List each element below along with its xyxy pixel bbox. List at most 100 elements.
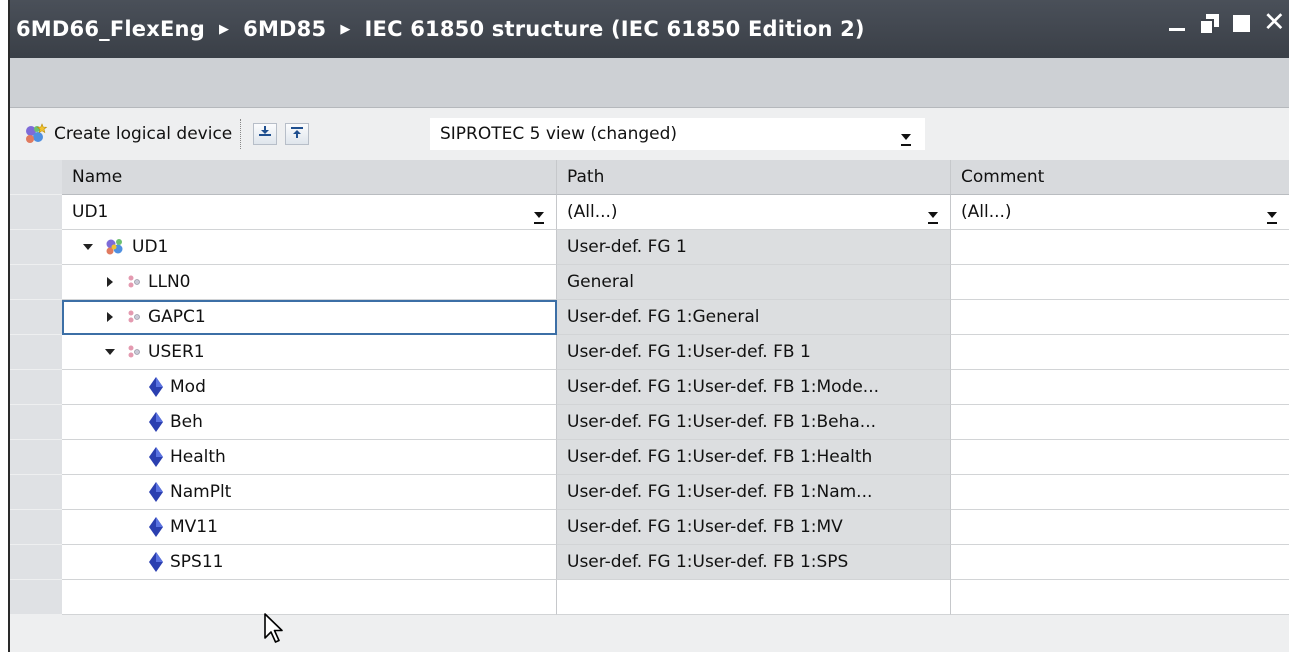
comment-cell[interactable] — [951, 230, 1289, 265]
row-header[interactable] — [10, 230, 62, 265]
column-header-name[interactable]: Name — [62, 160, 557, 195]
row-header-corner — [10, 160, 62, 195]
comment-cell[interactable] — [951, 300, 1289, 335]
table-row[interactable]: MV11 User-def. FG 1:User-def. FB 1:MV — [10, 510, 1289, 545]
row-header[interactable] — [10, 335, 62, 370]
data-object-icon — [148, 411, 164, 433]
expanded-caret-icon[interactable] — [80, 244, 96, 250]
data-object-icon — [148, 446, 164, 468]
name-cell[interactable]: GAPC1 — [62, 300, 557, 335]
maximize-icon[interactable] — [1231, 12, 1253, 34]
comment-cell[interactable] — [951, 440, 1289, 475]
table-row[interactable]: NamPlt User-def. FG 1:User-def. FB 1:Nam.… — [10, 475, 1289, 510]
breadcrumb-separator-icon: ▶ — [218, 21, 230, 37]
name-label: LLN0 — [148, 272, 191, 292]
close-icon[interactable]: ✕ — [1263, 9, 1286, 36]
path-cell: User-def. FG 1:User-def. FB 1 — [557, 335, 951, 370]
table-row[interactable] — [10, 580, 1289, 615]
collapse-all-button[interactable] — [285, 123, 310, 145]
expanded-caret-icon[interactable] — [102, 349, 118, 355]
expand-all-button[interactable] — [253, 123, 278, 145]
structure-table: Name Path Comment UD1 (All...) (All...) … — [10, 160, 1289, 615]
row-header[interactable] — [10, 405, 62, 440]
table-row[interactable]: Health User-def. FG 1:User-def. FB 1:Heal… — [10, 440, 1289, 475]
comment-cell[interactable] — [951, 580, 1289, 615]
name-cell[interactable]: UD1 — [62, 230, 557, 265]
name-label: Beh — [170, 412, 203, 432]
table-row[interactable]: LLN0 General — [10, 265, 1289, 300]
collapsed-caret-icon[interactable] — [102, 312, 118, 322]
name-cell[interactable]: LLN0 — [62, 265, 557, 300]
name-label: USER1 — [148, 342, 205, 362]
table-row[interactable]: Beh User-def. FG 1:User-def. FB 1:Beha... — [10, 405, 1289, 440]
path-cell: User-def. FG 1:User-def. FB 1:Health — [557, 440, 951, 475]
create-logical-device-icon — [24, 123, 48, 145]
logical-device-icon — [104, 237, 126, 257]
expand-all-icon — [257, 124, 273, 144]
path-cell — [557, 580, 951, 615]
view-select[interactable]: SIPROTEC 5 view (changed) — [430, 118, 925, 150]
name-cell[interactable]: NamPlt — [62, 475, 557, 510]
path-cell: User-def. FG 1:User-def. FB 1:Mode... — [557, 370, 951, 405]
table-row[interactable]: GAPC1 User-def. FG 1:General — [10, 300, 1289, 335]
name-cell[interactable]: SPS11 — [62, 545, 557, 580]
chevron-down-icon[interactable] — [901, 134, 911, 146]
name-filter-select[interactable]: UD1 — [62, 195, 557, 230]
collapsed-caret-icon[interactable] — [102, 277, 118, 287]
row-header[interactable] — [10, 580, 62, 615]
table-row[interactable]: UD1 User-def. FG 1 — [10, 230, 1289, 265]
view-select-value: SIPROTEC 5 view (changed) — [440, 124, 678, 144]
comment-cell[interactable] — [951, 545, 1289, 580]
name-cell[interactable]: Beh — [62, 405, 557, 440]
path-cell: User-def. FG 1:User-def. FB 1:Beha... — [557, 405, 951, 440]
chevron-down-icon[interactable] — [1267, 212, 1277, 224]
create-logical-device-button[interactable]: Create logical device — [10, 123, 232, 145]
row-header[interactable] — [10, 370, 62, 405]
comment-cell[interactable] — [951, 335, 1289, 370]
comment-cell[interactable] — [951, 510, 1289, 545]
chevron-down-icon[interactable] — [534, 212, 544, 224]
table-row[interactable]: SPS11 User-def. FG 1:User-def. FB 1:SPS — [10, 545, 1289, 580]
row-header[interactable] — [10, 545, 62, 580]
name-label: Health — [170, 447, 226, 467]
path-cell: General — [557, 265, 951, 300]
create-logical-device-label: Create logical device — [54, 124, 233, 144]
row-header[interactable] — [10, 300, 62, 335]
name-cell[interactable] — [62, 580, 557, 615]
comment-filter-value: (All...) — [961, 202, 1012, 222]
minimize-icon[interactable] — [1167, 12, 1189, 34]
comment-cell[interactable] — [951, 475, 1289, 510]
row-header[interactable] — [10, 475, 62, 510]
name-label: UD1 — [132, 237, 169, 257]
comment-filter-select[interactable]: (All...) — [951, 195, 1289, 230]
path-filter-select[interactable]: (All...) — [557, 195, 951, 230]
breadcrumb-editor: IEC 61850 structure (IEC 61850 Edition 2… — [364, 17, 865, 41]
window-controls: ✕ — [1167, 9, 1286, 36]
name-label: GAPC1 — [148, 307, 206, 327]
path-cell: User-def. FG 1:General — [557, 300, 951, 335]
data-object-icon — [148, 481, 164, 503]
path-cell: User-def. FG 1:User-def. FB 1:SPS — [557, 545, 951, 580]
comment-cell[interactable] — [951, 265, 1289, 300]
table-row[interactable]: Mod User-def. FG 1:User-def. FB 1:Mode... — [10, 370, 1289, 405]
breadcrumb-project[interactable]: 6MD66_FlexEng — [16, 17, 205, 41]
breadcrumb-device[interactable]: 6MD85 — [243, 17, 326, 41]
chevron-down-icon[interactable] — [928, 212, 938, 224]
path-cell: User-def. FG 1:User-def. FB 1:MV — [557, 510, 951, 545]
row-header — [10, 195, 62, 230]
name-cell[interactable]: USER1 — [62, 335, 557, 370]
name-cell[interactable]: Health — [62, 440, 557, 475]
row-header[interactable] — [10, 265, 62, 300]
name-cell[interactable]: MV11 — [62, 510, 557, 545]
row-header[interactable] — [10, 440, 62, 475]
comment-cell[interactable] — [951, 405, 1289, 440]
comment-cell[interactable] — [951, 370, 1289, 405]
title-bar: 6MD66_FlexEng ▶ 6MD85 ▶ IEC 61850 struct… — [10, 0, 1289, 58]
column-header-comment[interactable]: Comment — [951, 160, 1289, 195]
column-header-path[interactable]: Path — [557, 160, 951, 195]
row-header[interactable] — [10, 510, 62, 545]
float-window-icon[interactable] — [1199, 12, 1221, 34]
table-row[interactable]: USER1 User-def. FG 1:User-def. FB 1 — [10, 335, 1289, 370]
name-cell[interactable]: Mod — [62, 370, 557, 405]
table-body: UD1 User-def. FG 1 LLN0 General GAPC1 User-de… — [10, 230, 1289, 615]
